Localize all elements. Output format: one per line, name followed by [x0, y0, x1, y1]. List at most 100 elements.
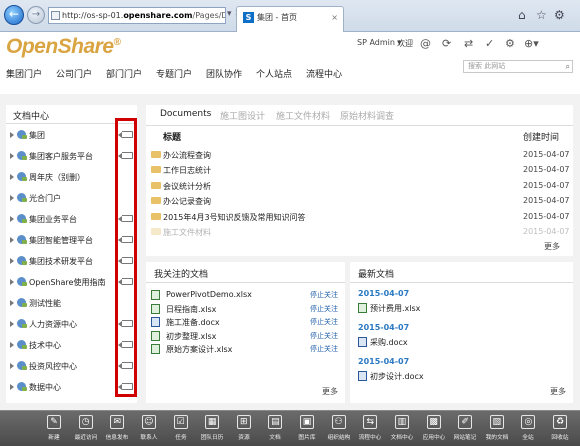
table-row[interactable]: 办公流程查询 2015-04-07	[146, 148, 573, 163]
nav-item-workflow-center[interactable]: 流程中心	[306, 67, 342, 80]
toolbar-item-doccenter[interactable]: ▥ 文档中心	[388, 413, 416, 445]
tab-raw-survey[interactable]: 原始材料调查	[340, 109, 394, 122]
table-row[interactable]: 施工文件材料 2015-04-07	[146, 225, 573, 240]
home-icon[interactable]: ⌂	[518, 8, 526, 22]
expand-arrow-icon[interactable]	[10, 342, 14, 348]
unfollow-link[interactable]: 停止关注	[310, 317, 338, 327]
list-item[interactable]: 原始方案设计.xlsx 停止关注	[146, 342, 345, 355]
list-item[interactable]: 初步整理.xlsx 停止关注	[146, 329, 345, 342]
at-icon[interactable]: @	[420, 37, 431, 50]
doc-created-date: 2015-04-07	[523, 196, 570, 206]
expand-arrow-icon[interactable]	[10, 363, 14, 369]
expand-arrow-icon[interactable]	[10, 321, 14, 327]
welcome-link[interactable]: 欢迎	[397, 38, 413, 49]
doc-title[interactable]: 办公记录查询	[163, 196, 211, 207]
column-header-created[interactable]: 创建时间	[523, 130, 559, 143]
expand-arrow-icon[interactable]	[10, 132, 14, 138]
unfollow-link[interactable]: 停止关注	[310, 304, 338, 314]
doc-title[interactable]: 会议统计分析	[163, 181, 211, 192]
toolbar-item-new[interactable]: ✎ 新建	[40, 413, 68, 445]
user-menu[interactable]: SP Admin ▾	[357, 38, 402, 47]
expand-arrow-icon[interactable]	[10, 153, 14, 159]
nav-item-department-portal[interactable]: 部门门户	[106, 67, 142, 80]
table-row[interactable]: 会议统计分析 2015-04-07	[146, 179, 573, 194]
list-item[interactable]: 初步设计.docx	[358, 370, 558, 382]
tab-construction-design[interactable]: 施工图设计	[220, 109, 265, 122]
toolbar-item-contacts[interactable]: ☺ 联系人	[135, 413, 163, 445]
unfollow-link[interactable]: 停止关注	[310, 344, 338, 354]
list-item[interactable]: 采购.docx	[358, 336, 558, 348]
expand-arrow-icon[interactable]	[10, 300, 14, 306]
followed-more-link[interactable]: 更多	[322, 386, 338, 397]
browser-tab[interactable]: S 集团 - 首页 ×	[236, 6, 344, 32]
toolbar-item-label: 任务	[174, 434, 187, 441]
follow-icon[interactable]: ✓	[485, 37, 494, 50]
toolbar-item-site[interactable]: ◎ 全站	[514, 413, 542, 445]
expand-arrow-icon[interactable]	[10, 237, 14, 243]
unfollow-link[interactable]: 停止关注	[310, 331, 338, 341]
nav-item-group-portal[interactable]: 集团门户	[6, 67, 42, 80]
toolbar-item-workflow[interactable]: ⇆ 流程中心	[356, 413, 384, 445]
toolbar-item-apps[interactable]: ▩ 应用中心	[420, 413, 448, 445]
unfollow-link[interactable]: 停止关注	[310, 290, 338, 300]
language-icon[interactable]: ⊕▾	[524, 37, 539, 50]
toolbar-item-resource[interactable]: ⊞ 资源	[230, 413, 258, 445]
toolbar-item-publish[interactable]: ✉ 信息发布	[103, 413, 131, 445]
gear-icon[interactable]: ⚙	[554, 8, 565, 22]
nav-item-team-collab[interactable]: 团队协作	[206, 67, 242, 80]
tab-construction-files[interactable]: 施工文件材料	[276, 109, 330, 122]
list-item[interactable]: PowerPivotDemo.xlsx 停止关注	[146, 288, 345, 301]
followed-doc-name[interactable]: 施工准备.docx	[166, 317, 220, 328]
doc-title[interactable]: 2015年4月3号知识反馈及常用知识问答	[163, 212, 306, 223]
address-bar[interactable]: http://os-sp-01.openshare.com/Pages/Doc	[48, 7, 226, 24]
toolbar-item-calendar[interactable]: ▦ 团队日历	[198, 413, 226, 445]
back-button[interactable]: ←	[4, 5, 24, 25]
doc-title[interactable]: 工作日志统计	[163, 165, 211, 176]
toolbar-item-picture[interactable]: ▣ 图片库	[293, 413, 321, 445]
expand-arrow-icon[interactable]	[10, 195, 14, 201]
documents-more-link[interactable]: 更多	[544, 241, 560, 252]
latest-doc-name[interactable]: 初步设计.docx	[370, 371, 424, 382]
tab-close-icon[interactable]: ×	[331, 7, 338, 29]
followed-doc-name[interactable]: PowerPivotDemo.xlsx	[166, 290, 252, 299]
list-item[interactable]: 施工准备.docx 停止关注	[146, 315, 345, 328]
toolbar-item-recent[interactable]: ◷ 最近访问	[72, 413, 100, 445]
followed-title: 我关注的文档	[154, 270, 209, 280]
doc-title[interactable]: 施工文件材料	[163, 227, 211, 238]
expand-arrow-icon[interactable]	[10, 174, 14, 180]
openshare-logo[interactable]: OpenShare®	[6, 35, 121, 59]
settings-icon[interactable]: ⚙	[505, 37, 515, 50]
table-row[interactable]: 工作日志统计 2015-04-07	[146, 163, 573, 178]
followed-doc-name[interactable]: 日程指南.xlsx	[166, 304, 216, 315]
table-row[interactable]: 2015年4月3号知识反馈及常用知识问答 2015-04-07	[146, 210, 573, 225]
nav-item-company-portal[interactable]: 公司门户	[56, 67, 92, 80]
latest-more-link[interactable]: 更多	[550, 386, 566, 397]
followed-doc-name[interactable]: 原始方案设计.xlsx	[166, 344, 232, 355]
doc-title[interactable]: 办公流程查询	[163, 150, 211, 161]
followed-doc-name[interactable]: 初步整理.xlsx	[166, 331, 216, 342]
latest-doc-name[interactable]: 采购.docx	[370, 337, 408, 348]
calendar-icon: ▦	[205, 415, 220, 429]
star-icon[interactable]: ☆	[536, 8, 547, 22]
share-icon[interactable]: ⇄	[464, 37, 473, 50]
toolbar-item-mydocs[interactable]: ▧ 我的文档	[483, 413, 511, 445]
toolbar-item-document[interactable]: ▤ 文档	[261, 413, 289, 445]
toolbar-item-org[interactable]: ⚇ 组织结构	[325, 413, 353, 445]
table-row[interactable]: 办公记录查询 2015-04-07	[146, 194, 573, 209]
forward-button[interactable]: →	[27, 6, 45, 24]
tab-documents[interactable]: Documents	[160, 109, 211, 119]
nav-item-topic-portal[interactable]: 专题门户	[156, 67, 192, 80]
toolbar-item-notes[interactable]: ✐ 网站笔记	[451, 413, 479, 445]
sync-icon[interactable]: ⟳	[442, 37, 451, 50]
list-item[interactable]: 日程指南.xlsx 停止关注	[146, 302, 345, 315]
expand-arrow-icon[interactable]	[10, 258, 14, 264]
list-item[interactable]: 预计费用.xlsx	[358, 302, 558, 314]
expand-arrow-icon[interactable]	[10, 216, 14, 222]
latest-doc-name[interactable]: 预计费用.xlsx	[370, 303, 420, 314]
nav-item-personal-site[interactable]: 个人站点	[256, 67, 292, 80]
expand-arrow-icon[interactable]	[10, 384, 14, 390]
expand-arrow-icon[interactable]	[10, 279, 14, 285]
toolbar-item-recycle[interactable]: ♻ 回收站	[546, 413, 574, 445]
toolbar-item-task[interactable]: ☑ 任务	[167, 413, 195, 445]
column-header-title[interactable]: 标题	[163, 130, 181, 143]
